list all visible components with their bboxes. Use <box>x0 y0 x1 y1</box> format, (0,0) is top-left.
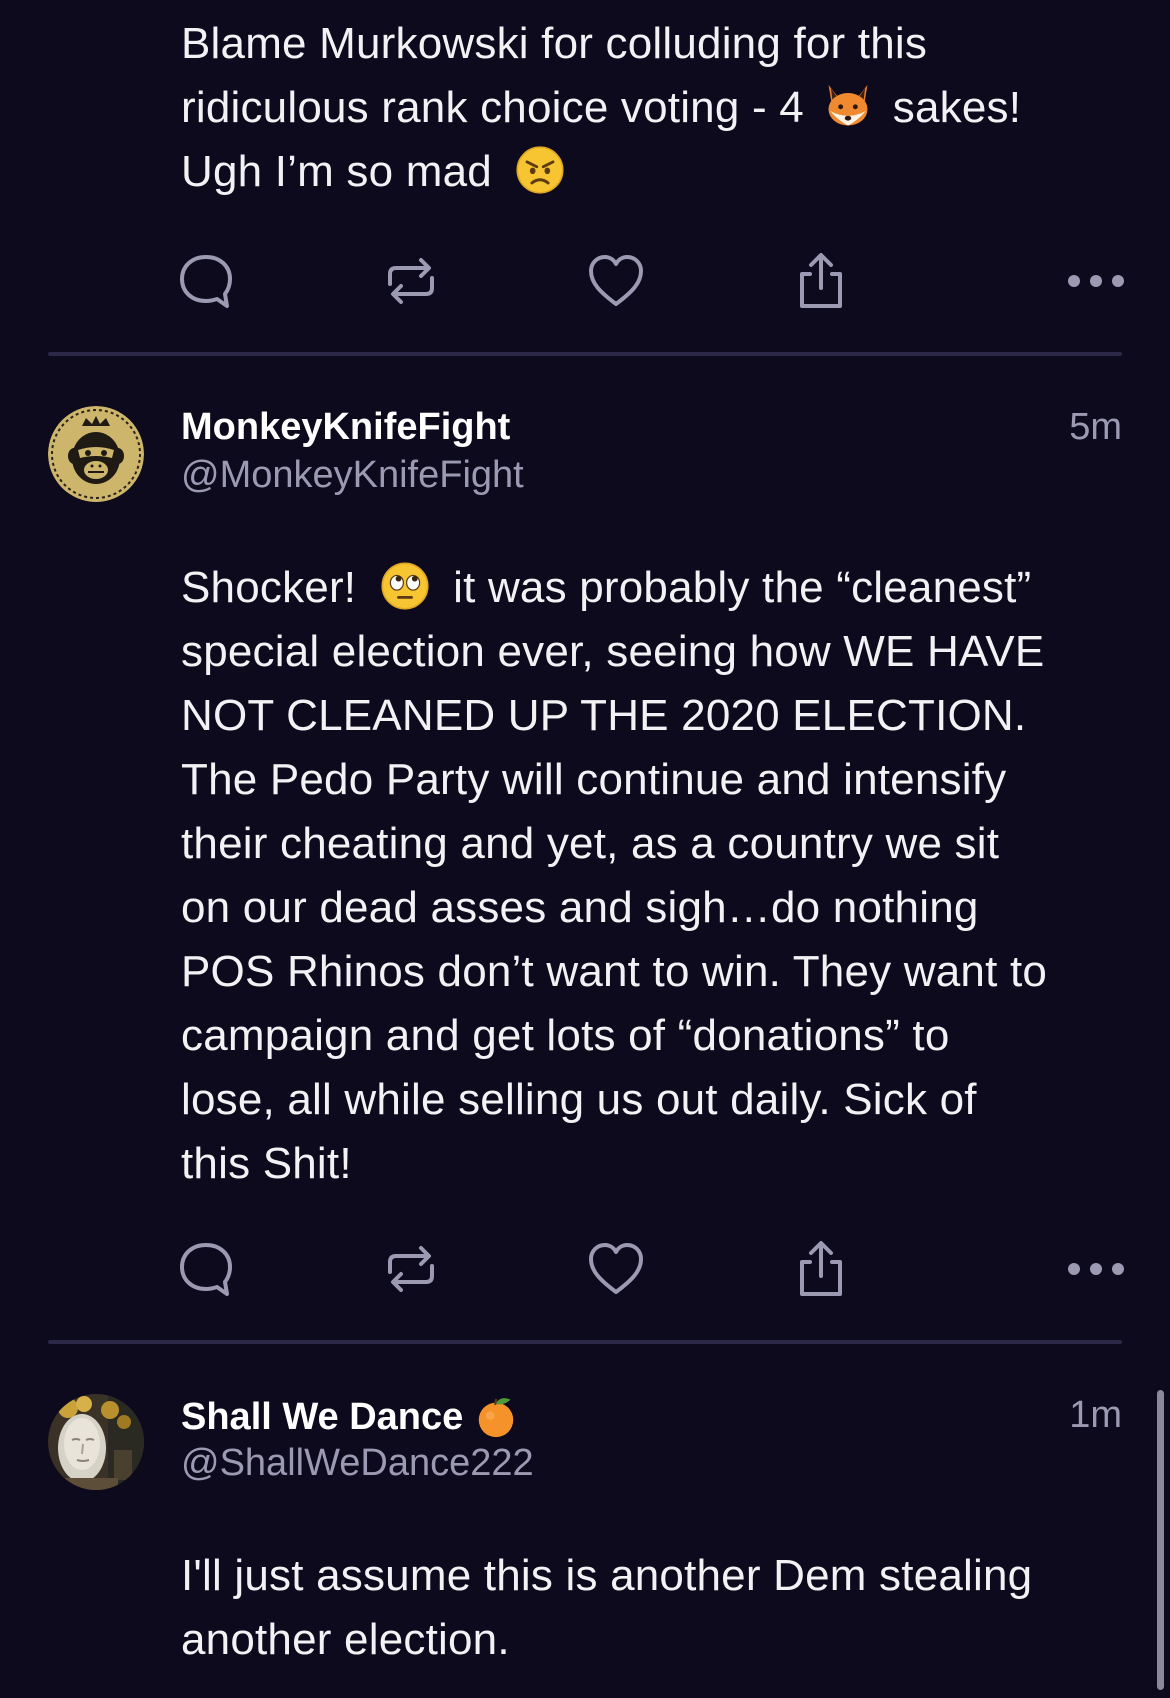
post-text-fragment: Shocker! <box>181 563 357 612</box>
display-name[interactable]: MonkeyKnifeFight <box>181 406 510 449</box>
share-icon <box>800 1241 842 1296</box>
post-text-line: Shocker! it was probably the “cleanest” <box>181 556 1141 620</box>
post-text-line: campaign and get lots of “donations” to <box>181 1011 950 1060</box>
post-text-line: Blame Murkowski for colluding for this <box>181 19 928 68</box>
share-button[interactable] <box>786 246 856 316</box>
post-text-line: lose, all while selling us out daily. Si… <box>181 1075 977 1124</box>
user-handle[interactable]: @ShallWeDance222 <box>181 1442 534 1485</box>
reply-button[interactable] <box>171 1234 241 1304</box>
reply-button[interactable] <box>171 246 241 316</box>
share-button[interactable] <box>786 1234 856 1304</box>
post-1-actions <box>180 246 1124 316</box>
post-text-line: ridiculous rank choice voting - 4 sakes! <box>181 76 1141 140</box>
post-text-line: POS Rhinos don’t want to win. They want … <box>181 947 1048 996</box>
statue-photo <box>48 1394 144 1490</box>
like-icon <box>589 1243 643 1294</box>
post-timestamp: 1m <box>1069 1394 1122 1436</box>
more-icon <box>1068 275 1124 287</box>
display-name-text: Shall We Dance <box>181 1395 464 1438</box>
post-text-fragment: ridiculous rank choice voting - 4 <box>181 83 804 132</box>
post-text-line: this Shit! <box>181 1139 352 1188</box>
angry-face-emoji <box>516 146 564 194</box>
like-button[interactable] <box>581 1234 651 1304</box>
post-text-line: their cheating and yet, as a country we … <box>181 819 1000 868</box>
post-text-fragment: sakes! <box>892 83 1022 132</box>
repost-button[interactable] <box>376 1234 446 1304</box>
post-2-actions <box>180 1234 1124 1304</box>
post-text-line: special election ever, seeing how WE HAV… <box>181 627 1045 676</box>
post-divider <box>48 1340 1122 1344</box>
post-text-line: The Pedo Party will continue and intensi… <box>181 755 1007 804</box>
post-timestamp: 5m <box>1069 406 1122 448</box>
post-3-text: I'll just assume this is another Dem ste… <box>181 1544 1141 1672</box>
post-text-line: NOT CLEANED UP THE 2020 ELECTION. <box>181 691 1027 740</box>
post-text-line: Ugh I’m so mad <box>181 140 1141 204</box>
like-button[interactable] <box>581 246 651 316</box>
reply-icon <box>180 1243 232 1296</box>
avatar[interactable] <box>48 406 144 502</box>
reply-icon <box>180 255 232 308</box>
post-2-text: Shocker! it was probably the “cleanest” … <box>181 556 1141 1196</box>
repost-icon <box>388 258 434 304</box>
post-text-line: on our dead asses and sigh…do nothing <box>181 883 979 932</box>
scrollbar[interactable] <box>1157 1390 1164 1690</box>
post-text-line: I'll just assume this is another Dem ste… <box>181 1551 1033 1600</box>
post-divider <box>48 352 1122 356</box>
post-text-line: another election. <box>181 1615 510 1664</box>
more-icon <box>1068 1263 1124 1275</box>
more-button[interactable] <box>1061 246 1131 316</box>
share-icon <box>800 253 842 308</box>
avatar[interactable] <box>48 1394 144 1490</box>
repost-icon <box>388 1246 434 1292</box>
fox-emoji <box>828 84 868 126</box>
monkey-crown-logo <box>48 406 144 502</box>
like-icon <box>589 255 643 306</box>
post-1-text: Blame Murkowski for colluding for this r… <box>181 12 1141 204</box>
repost-button[interactable] <box>376 246 446 316</box>
user-handle[interactable]: @MonkeyKnifeFight <box>181 454 524 497</box>
post-text-fragment: Ugh I’m so mad <box>181 147 492 196</box>
tangerine-emoji <box>479 1398 514 1438</box>
display-name[interactable]: Shall We Dance <box>181 1394 519 1440</box>
post-text-fragment: it was probably the “cleanest” <box>453 563 1032 612</box>
face-with-rolling-eyes-emoji <box>381 562 429 610</box>
more-button[interactable] <box>1061 1234 1131 1304</box>
